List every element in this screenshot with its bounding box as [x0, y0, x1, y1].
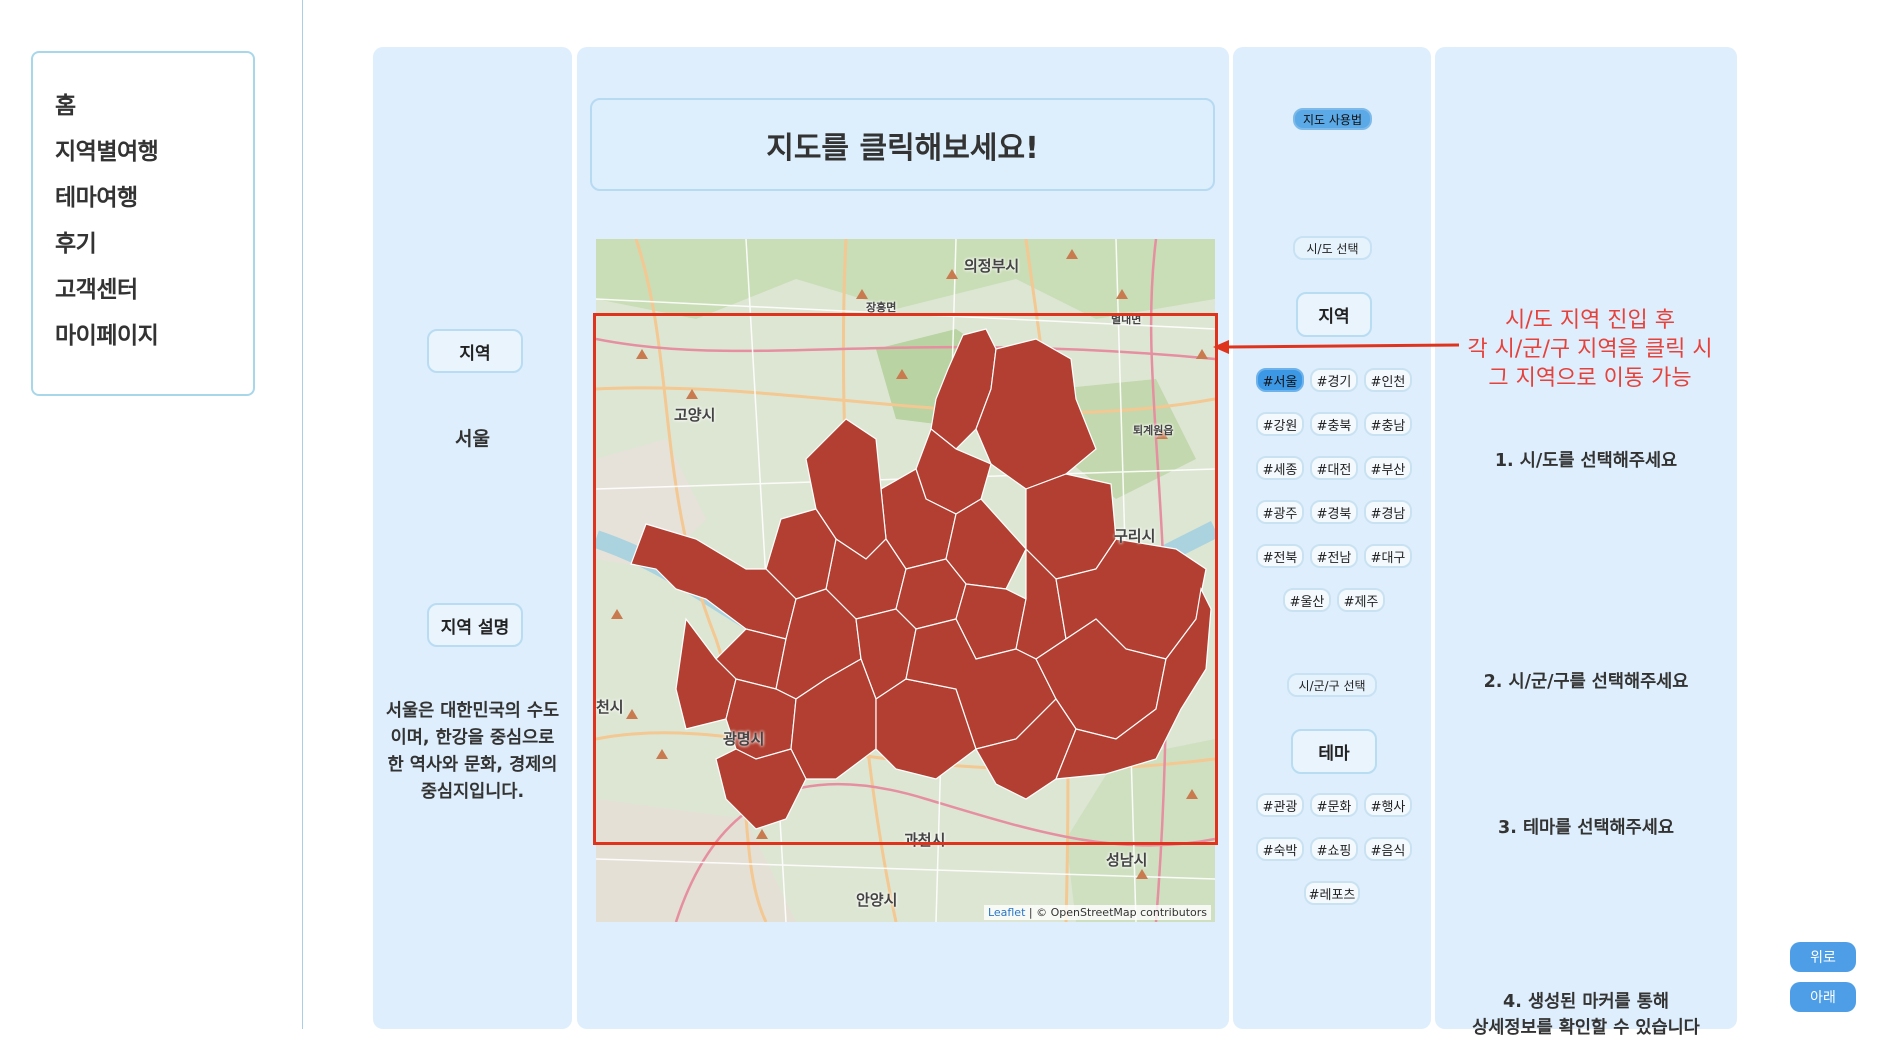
region-tag-sejong[interactable]: #세종 [1256, 456, 1304, 480]
region-heading: 지역 [427, 329, 523, 373]
scroll-down-button[interactable]: 아래 [1790, 982, 1856, 1012]
map-attribution: Leaflet | © OpenStreetMap contributors [983, 905, 1211, 920]
scroll-up-button[interactable]: 위로 [1790, 942, 1856, 972]
guide-panel: 1. 시/도를 선택해주세요 2. 시/군/구를 선택해주세요 3. 테마를 선… [1435, 47, 1737, 1038]
osm-attribution: | © OpenStreetMap contributors [1025, 906, 1207, 919]
annotation-arrow-icon [1213, 340, 1459, 354]
region-tag-jeonnam[interactable]: #전남 [1310, 544, 1358, 568]
map-panel: 지도를 클릭해보세요! 의정부시 장흥면 별내면 고양시 퇴계원읍 구리시 천시… [577, 47, 1229, 1029]
leaflet-link[interactable]: Leaflet [988, 906, 1025, 919]
map-title: 지도를 클릭해보세요! [590, 98, 1215, 191]
region-tag-daegu[interactable]: #대구 [1364, 544, 1412, 568]
nav-item-theme-travel[interactable]: 테마여행 [55, 183, 253, 229]
region-tag-gyeongbuk[interactable]: #경북 [1310, 500, 1358, 524]
theme-tag-tour[interactable]: #관광 [1256, 793, 1304, 817]
theme-tag-food[interactable]: #음식 [1364, 837, 1412, 861]
region-section-heading: 지역 [1296, 292, 1372, 337]
region-tag-chungnam[interactable]: #충남 [1364, 412, 1412, 436]
guide-step-2: 2. 시/군/구를 선택해주세요 [1483, 672, 1689, 692]
sigungu-select-label: 시/군/구 선택 [1287, 673, 1377, 697]
filter-panel: 지도 사용법 시/도 선택 지역 #서울 #경기 #인천 #강원 #충북 #충남… [1233, 47, 1431, 1029]
map-label-seongnam: 성남시 [1106, 851, 1148, 869]
region-tag-ulsan[interactable]: #울산 [1283, 588, 1331, 612]
theme-tag-event[interactable]: #행사 [1364, 793, 1412, 817]
region-info-panel: 지역 서울 지역 설명 서울은 대한민국의 수도이며, 한강을 중심으로 한 역… [373, 47, 572, 1029]
annotation-line-3: 그 지역으로 이동 가능 [1488, 366, 1692, 391]
region-tag-gyeonggi[interactable]: #경기 [1310, 368, 1358, 392]
guide-step-4-line1: 4. 생성된 마커를 통해 [1503, 992, 1669, 1012]
map-label-uijeongbu: 의정부시 [964, 257, 1020, 275]
region-tag-incheon[interactable]: #인천 [1364, 368, 1412, 392]
nav-item-regional-travel[interactable]: 지역별여행 [55, 137, 253, 183]
nav-item-reviews[interactable]: 후기 [55, 229, 253, 275]
map-label-anyang: 안양시 [856, 891, 898, 909]
theme-tag-culture[interactable]: #문화 [1310, 793, 1358, 817]
guide-step-1: 1. 시/도를 선택해주세요 [1494, 451, 1678, 471]
region-tag-gyeongnam[interactable]: #경남 [1364, 500, 1412, 524]
nav-item-customer-center[interactable]: 고객센터 [55, 275, 253, 321]
highlight-frame [593, 313, 1218, 845]
map-usage-button[interactable]: 지도 사용법 [1293, 108, 1372, 130]
guide-step-4-line2: 상세정보를 확인할 수 있습니다 [1472, 1018, 1700, 1038]
guide-step-3: 3. 테마를 선택해주세요 [1498, 818, 1674, 838]
theme-tag-leisure-sports[interactable]: #레포츠 [1304, 881, 1360, 905]
main-nav: 홈 지역별여행 테마여행 후기 고객센터 마이페이지 [31, 51, 255, 396]
nav-item-mypage[interactable]: 마이페이지 [55, 321, 253, 367]
sido-select-label: 시/도 선택 [1293, 236, 1372, 260]
region-tag-busan[interactable]: #부산 [1364, 456, 1412, 480]
region-tag-chungbuk[interactable]: #충북 [1310, 412, 1358, 436]
region-description-heading: 지역 설명 [427, 603, 523, 647]
region-tag-jeonbuk[interactable]: #전북 [1256, 544, 1304, 568]
theme-tag-lodging[interactable]: #숙박 [1256, 837, 1304, 861]
theme-section-heading: 테마 [1291, 729, 1377, 774]
region-tag-gangwon[interactable]: #강원 [1256, 412, 1304, 436]
region-tag-gwangju[interactable]: #광주 [1256, 500, 1304, 524]
region-name: 서울 [455, 428, 490, 450]
region-tag-jeju[interactable]: #제주 [1337, 588, 1385, 612]
guide-step-4: 4. 생성된 마커를 통해 상세정보를 확인할 수 있습니다 [1435, 989, 1737, 1041]
region-tag-daejeon[interactable]: #대전 [1310, 456, 1358, 480]
annotation-line-2: 각 시/군/구 지역을 클릭 시 [1467, 337, 1713, 362]
annotation-line-1: 시/도 지역 진입 후 [1504, 308, 1676, 333]
region-description: 서울은 대한민국의 수도이며, 한강을 중심으로 한 역사와 문화, 경제의 중… [385, 701, 560, 802]
region-tag-seoul[interactable]: #서울 [1256, 368, 1304, 392]
theme-tag-shopping[interactable]: #쇼핑 [1310, 837, 1358, 861]
annotation-note: 시/도 지역 진입 후 각 시/군/구 지역을 클릭 시 그 지역으로 이동 가… [1455, 306, 1725, 393]
sidebar-divider [302, 0, 303, 1029]
nav-item-home[interactable]: 홈 [55, 91, 253, 137]
